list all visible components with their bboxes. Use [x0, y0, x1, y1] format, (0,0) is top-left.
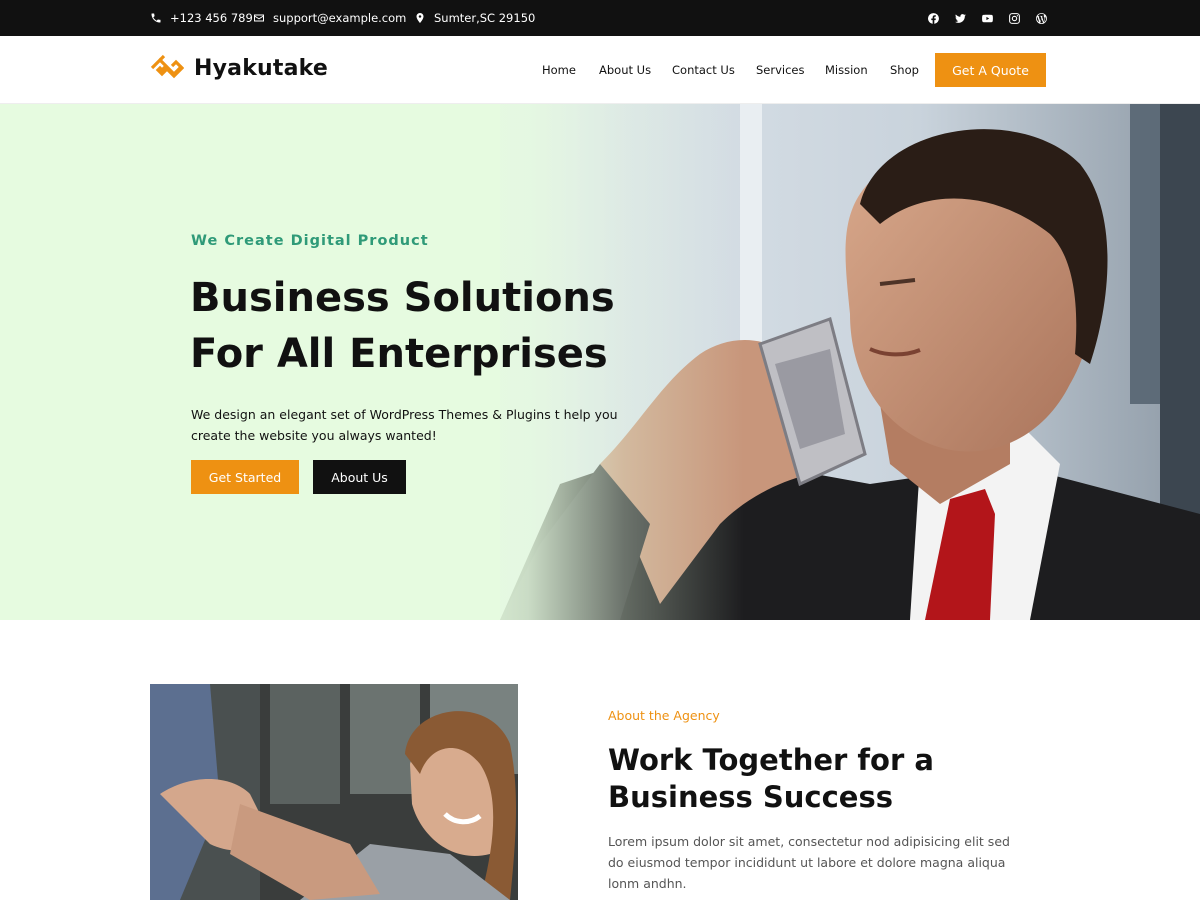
- logo-text: Hyakutake: [194, 55, 329, 81]
- nav-link-shop[interactable]: Shop: [890, 63, 919, 77]
- hero-section: We Create Digital Product Business Solut…: [0, 104, 1200, 620]
- logo-mark-icon: [150, 54, 184, 79]
- top-bar: +123 456 789 support@example.com Sumter,…: [0, 0, 1200, 36]
- facebook-icon[interactable]: [926, 11, 940, 25]
- nav-link-services[interactable]: Services: [756, 63, 805, 77]
- nav-link-home[interactable]: Home: [542, 63, 576, 77]
- get-started-button[interactable]: Get Started: [191, 460, 299, 494]
- phone-icon: [151, 13, 161, 23]
- twitter-icon[interactable]: [953, 11, 967, 25]
- nav-item-mission[interactable]: Mission: [825, 36, 868, 104]
- hero-eyebrow: We Create Digital Product: [191, 233, 429, 249]
- nav-link-about-us[interactable]: About Us: [599, 63, 651, 77]
- nav-item-about-us[interactable]: About Us: [599, 36, 651, 104]
- phone-text: +123 456 789: [170, 11, 253, 25]
- envelope-icon: [254, 14, 264, 22]
- about-title: Work Together for a Business Success: [608, 742, 1008, 816]
- nav-item-contact-us[interactable]: Contact Us: [672, 36, 735, 104]
- site-header: Hyakutake Home About Us Contact Us Servi…: [0, 36, 1200, 104]
- hero-title-line-2: For All Enterprises: [190, 331, 608, 377]
- nav-link-contact-us[interactable]: Contact Us: [672, 63, 735, 77]
- topbar-email[interactable]: support@example.com: [253, 0, 406, 36]
- about-us-button[interactable]: About Us: [313, 460, 406, 494]
- about-description: Lorem ipsum dolor sit amet, consectetur …: [608, 834, 1010, 891]
- nav-link-mission[interactable]: Mission: [825, 63, 868, 77]
- youtube-icon[interactable]: [980, 11, 994, 25]
- hero-title-line-1: Business Solutions: [190, 275, 615, 321]
- about-title-line-1: Work Together for a: [608, 743, 934, 777]
- about-eyebrow: About the Agency: [608, 708, 720, 723]
- wordpress-icon[interactable]: [1034, 11, 1048, 25]
- email-text: support@example.com: [273, 11, 407, 25]
- get-a-quote-button[interactable]: Get A Quote: [935, 53, 1046, 87]
- nav-item-home[interactable]: Home: [542, 36, 576, 104]
- hero-title: Business Solutions For All Enterprises: [190, 270, 710, 382]
- about-title-line-2: Business Success: [608, 780, 893, 814]
- address-text: Sumter,SC 29150: [434, 11, 536, 25]
- instagram-icon[interactable]: [1007, 11, 1021, 25]
- about-handshake-photo: [150, 684, 518, 900]
- site-logo[interactable]: Hyakutake: [150, 53, 328, 83]
- map-pin-icon: [416, 13, 424, 23]
- topbar-phone[interactable]: +123 456 789: [150, 0, 253, 36]
- topbar-address: Sumter,SC 29150: [414, 0, 535, 36]
- hero-description: We design an elegant set of WordPress Th…: [191, 407, 618, 443]
- nav-item-services[interactable]: Services: [756, 36, 805, 104]
- social-links: [926, 0, 1048, 36]
- nav-item-shop[interactable]: Shop: [890, 36, 919, 104]
